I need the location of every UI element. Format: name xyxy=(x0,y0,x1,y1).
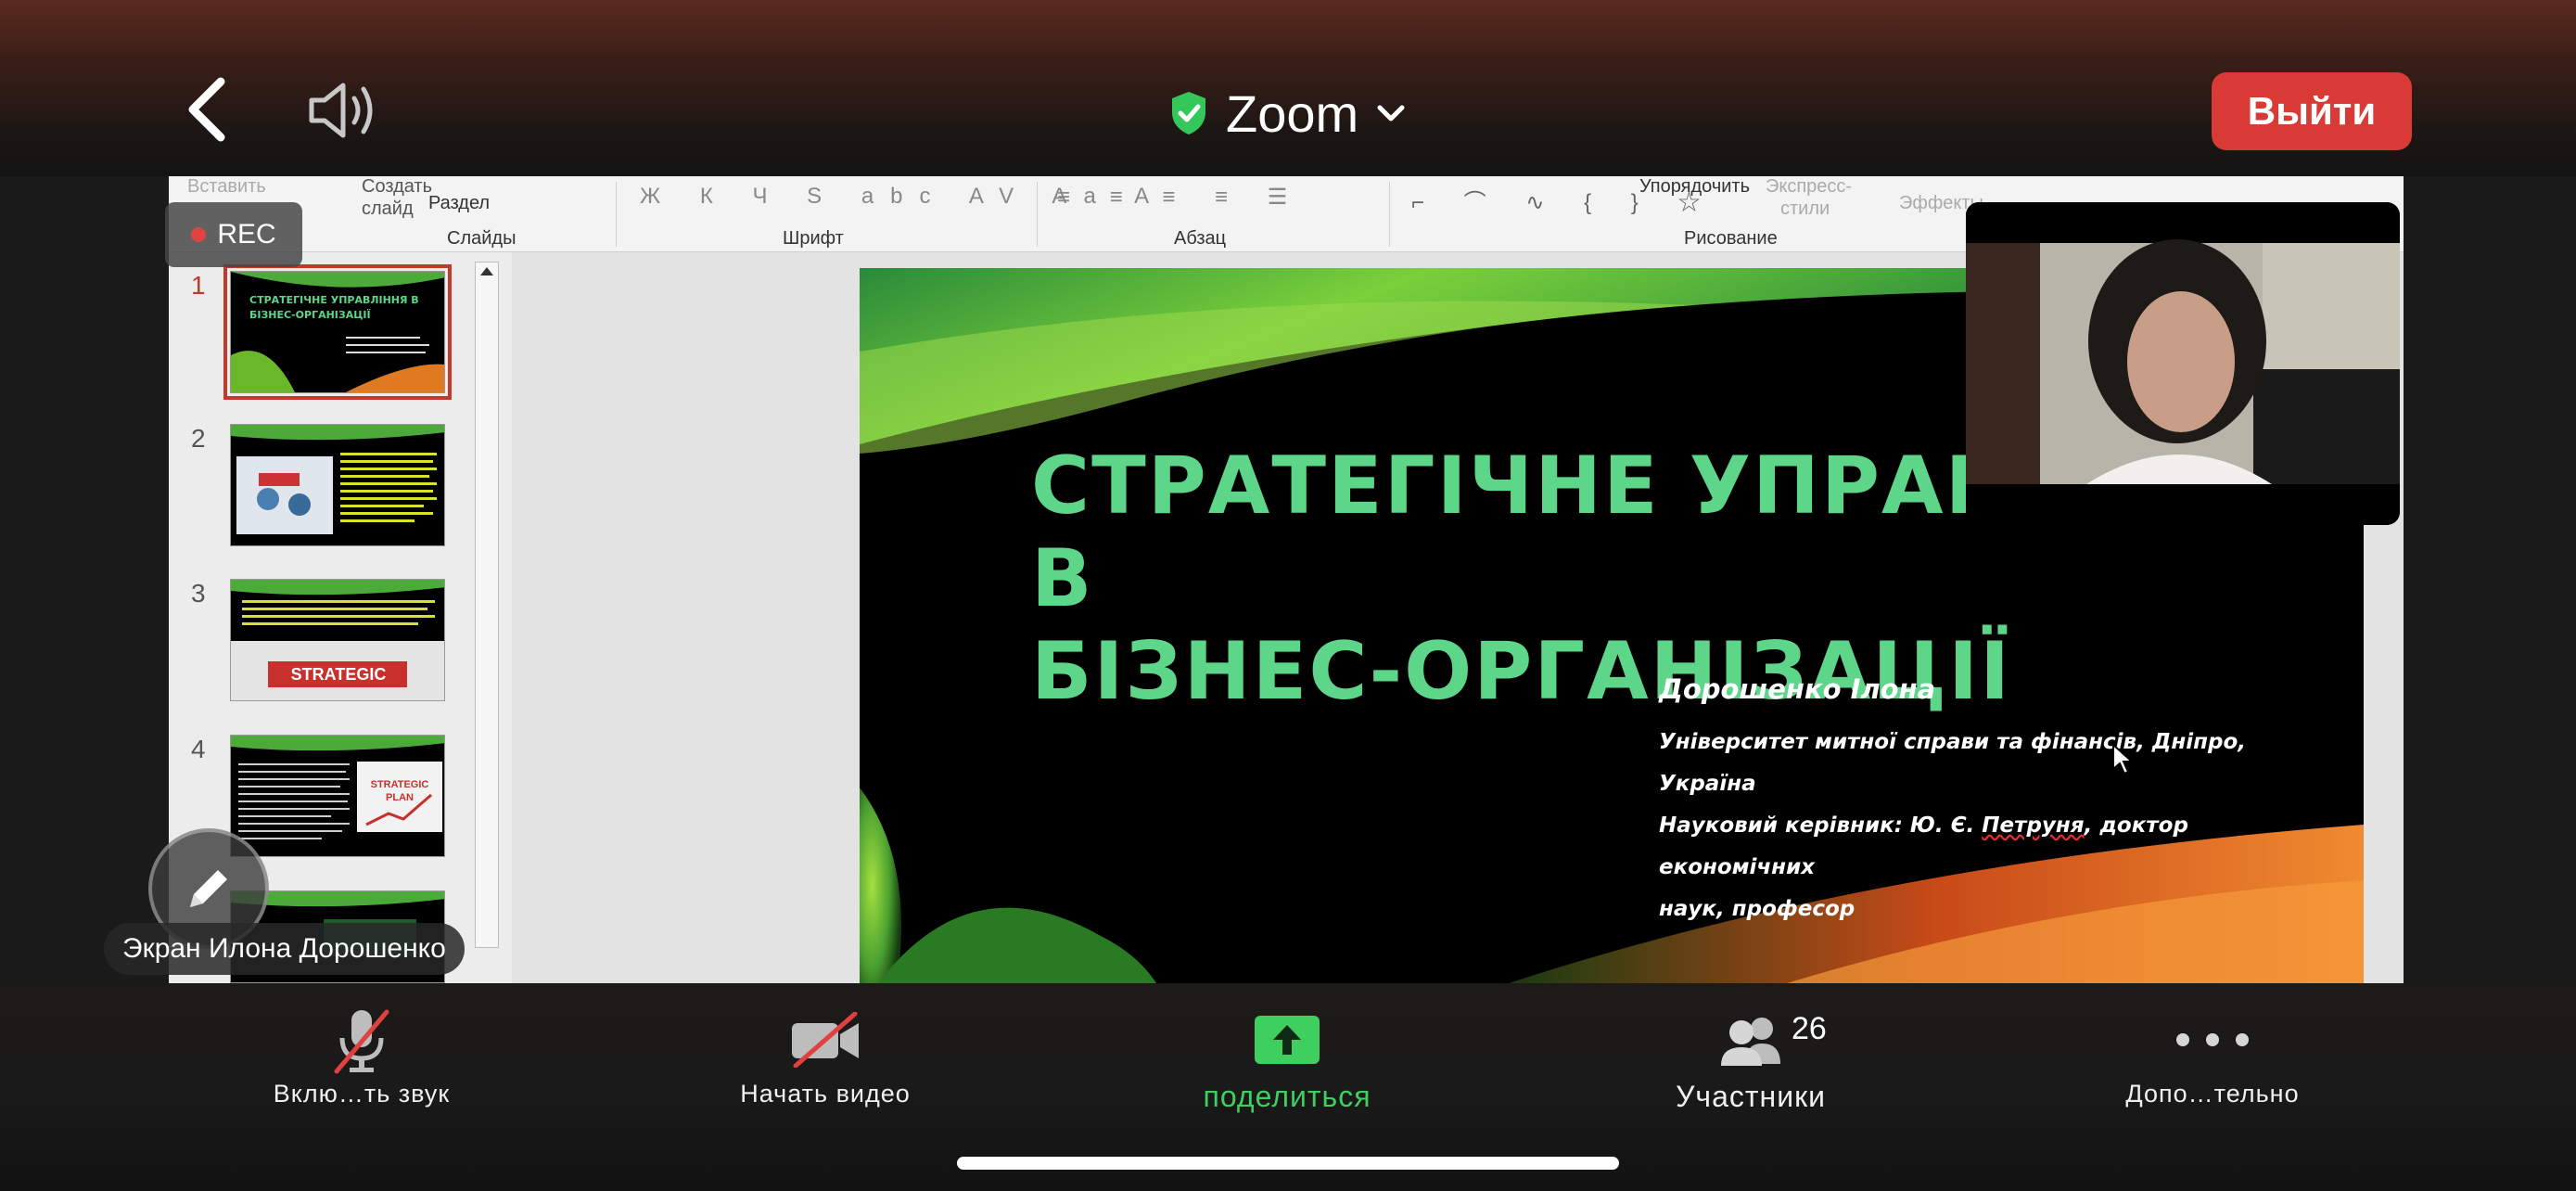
share-screen-button[interactable]: поделиться xyxy=(1148,1002,1426,1122)
quick-styles-label-1[interactable]: Экспресс- xyxy=(1766,176,1852,198)
slide-thumbnail-2[interactable] xyxy=(230,424,445,546)
back-button[interactable] xyxy=(176,72,241,147)
slide-thumbnail-3[interactable]: STRATEGIC xyxy=(230,579,445,701)
screen-owner-label: Экран Илона Дорошенко xyxy=(104,923,465,975)
thumb-1-title-2: БІЗНЕС-ОРГАНІЗАЦІЇ xyxy=(249,308,371,321)
new-slide-label-1[interactable]: Создать xyxy=(362,176,432,198)
unmute-label: Вклю…ть звук xyxy=(273,1080,451,1108)
thumb-1-title-1: СТРАТЕГІЧНЕ УПРАВЛІННЯ В xyxy=(249,294,419,306)
recording-label: REC xyxy=(217,219,276,250)
author-textbox[interactable]: Дорошенко Ілона Університет митної справ… xyxy=(1659,673,2345,930)
insert-label[interactable]: Вставить xyxy=(187,176,266,198)
section-button[interactable]: Раздел xyxy=(428,193,490,214)
ribbon-separator xyxy=(1037,182,1038,247)
ribbon-group-drawing: Рисование xyxy=(1684,228,1778,249)
participant-video-tile[interactable] xyxy=(1966,202,2400,525)
thumb-number: 4 xyxy=(191,735,206,763)
new-slide-label-2[interactable]: слайд xyxy=(362,198,414,220)
mouse-cursor-icon xyxy=(2112,743,2134,775)
speaker-button[interactable] xyxy=(306,78,380,143)
thumb-4-art: STRATEGIC PLAN xyxy=(231,736,444,856)
video-off-icon xyxy=(792,1012,859,1068)
meeting-title-dropdown[interactable]: Zoom xyxy=(1168,76,1407,150)
meeting-title: Zoom xyxy=(1226,83,1359,143)
participants-button[interactable]: Участники xyxy=(1612,1002,1890,1122)
start-video-button[interactable]: Начать видео xyxy=(686,1002,964,1122)
participants-icon-wrap xyxy=(1715,1002,1786,1078)
pencil-icon xyxy=(190,870,227,907)
advisor-surname: Петруня xyxy=(1982,813,2085,838)
author-name: Дорошенко Ілона xyxy=(1659,673,1936,705)
shield-check-icon xyxy=(1172,92,1205,134)
thumb-3-banner: STRATEGIC xyxy=(291,665,387,684)
participants-icon xyxy=(1721,1018,1780,1066)
chevron-down-icon xyxy=(1377,105,1405,122)
more-button[interactable]: Допо…тельно xyxy=(2073,1002,2352,1122)
thumbnails-scrollbar[interactable] xyxy=(475,262,499,948)
thumb-3-art: STRATEGIC xyxy=(231,580,444,700)
video-icon-wrap xyxy=(788,1002,862,1078)
start-video-label: Начать видео xyxy=(740,1080,911,1108)
ribbon-group-paragraph: Абзац xyxy=(1174,228,1227,249)
back-chevron-icon xyxy=(188,77,225,142)
share-arrow-icon xyxy=(1255,1016,1320,1064)
thumb-number: 1 xyxy=(191,271,206,300)
share-icon-wrap xyxy=(1253,1002,1321,1078)
mute-icon-wrap xyxy=(329,1002,394,1078)
slide-thumbnail-4[interactable]: STRATEGIC PLAN xyxy=(230,735,445,857)
ribbon-separator xyxy=(616,182,617,247)
thumb-number: 2 xyxy=(191,424,206,453)
more-dots-icon xyxy=(2176,1033,2249,1046)
slide-thumbnail-1[interactable]: СТРАТЕГІЧНЕ УПРАВЛІННЯ В БІЗНЕС-ОРГАНІЗА… xyxy=(223,264,452,400)
university-line: Університет митної справи та фінансів, Д… xyxy=(1659,730,2246,796)
speaker-icon xyxy=(309,83,373,138)
scroll-up-icon[interactable] xyxy=(476,263,498,281)
thumb-4-banner-2: PLAN xyxy=(386,792,414,803)
thumb-2-art xyxy=(231,425,444,545)
mic-off-icon xyxy=(334,1009,389,1074)
ribbon-group-font: Шрифт xyxy=(783,228,844,249)
share-label: поделиться xyxy=(1203,1080,1371,1113)
recording-badge[interactable]: REC xyxy=(165,202,302,267)
quick-styles-label-2[interactable]: стили xyxy=(1780,198,1830,220)
more-label: Допо…тельно xyxy=(2125,1080,2300,1108)
arrange-button[interactable]: Упорядочить xyxy=(1639,176,1750,198)
thumb-1-art: СТРАТЕГІЧНЕ УПРАВЛІННЯ В БІЗНЕС-ОРГАНІЗА… xyxy=(231,272,444,392)
participants-label: Участники xyxy=(1676,1080,1826,1113)
thumb-4-banner-1: STRATEGIC xyxy=(371,779,429,790)
degree-line: наук, професор xyxy=(1659,897,1855,921)
recording-dot-icon xyxy=(191,227,207,242)
ribbon-group-slides: Слайды xyxy=(447,228,516,249)
thumb-number: 3 xyxy=(191,579,206,608)
advisor-line: Науковий керівник: Ю. Є. Петруня, доктор… xyxy=(1659,805,2345,889)
home-indicator[interactable] xyxy=(957,1157,1619,1170)
participant-count-badge: 26 xyxy=(1792,1011,1827,1046)
leave-button[interactable]: Выйти xyxy=(2212,72,2412,150)
participant-video xyxy=(1966,202,2400,525)
more-icon-wrap xyxy=(2171,1002,2254,1078)
paragraph-align-icons[interactable]: ≡ ≡ ≡ ≡ ☰ xyxy=(1057,184,1304,211)
advisor-prefix: Науковий керівник: Ю. Є. xyxy=(1659,813,1983,838)
ribbon-separator xyxy=(1389,182,1390,247)
unmute-button[interactable]: Вклю…ть звук xyxy=(223,1002,501,1122)
